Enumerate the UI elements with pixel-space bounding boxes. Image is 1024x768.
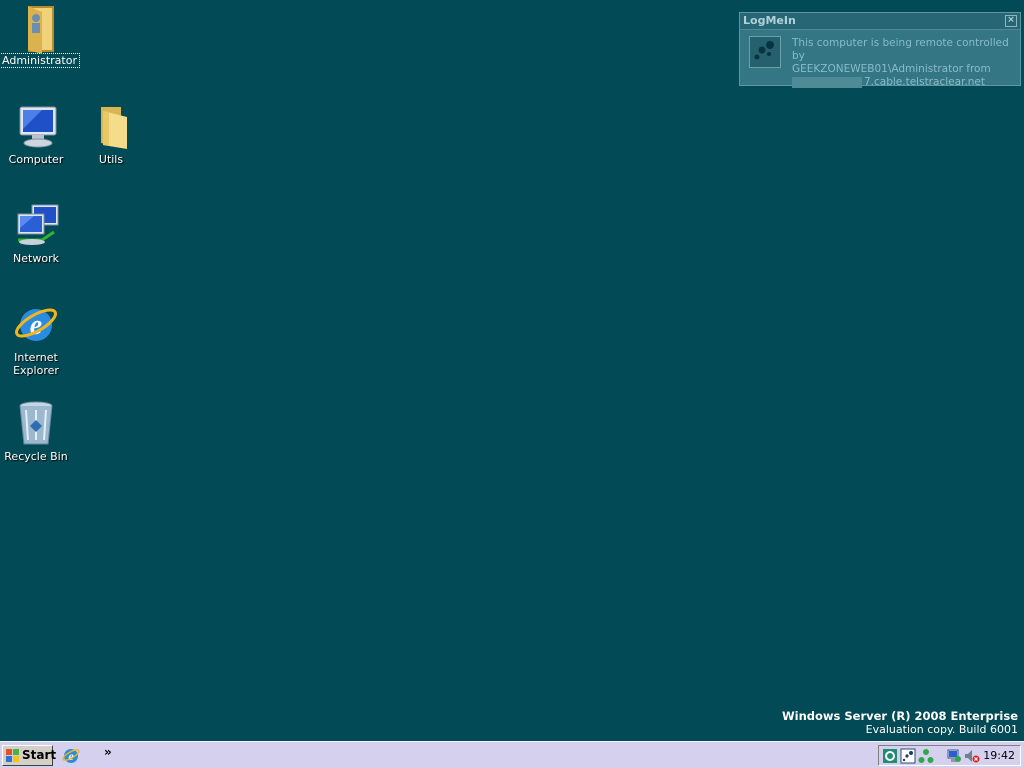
notification-title: LogMeIn [743,14,796,27]
logmein-tray-icon[interactable] [882,748,898,764]
notification-title-bar: LogMeIn × [740,13,1020,30]
quicklaunch-more-button[interactable]: » [104,745,112,759]
recycle-bin-icon [12,400,60,448]
icon-label: Internet Explorer [13,351,59,377]
notification-line-1: This computer is being remote controlled… [792,37,1009,62]
notification-line-3: 7.cable.telstraclear.net [792,76,1017,89]
network-share-icon[interactable] [918,748,934,764]
logmein-notification[interactable]: LogMeIn × This computer is being remote … [739,12,1021,89]
desktop-icon-network[interactable]: Network [0,202,72,265]
system-tray: 19:42 [878,745,1021,766]
redacted-block [792,76,862,88]
taskbar: Start e » 19:42 [0,741,1024,768]
icon-label: Computer [8,153,64,166]
quicklaunch-internet-explorer-icon[interactable]: e [62,747,80,765]
notification-line-2: GEEKZONEWEB01\Administrator from [792,63,991,75]
notification-host: 7.cable.telstraclear.net [864,76,985,88]
desktop[interactable]: Administrator Computer Utils Network e I… [0,0,1024,741]
folder-icon [87,103,135,151]
desktop-icon-administrator[interactable]: Administrator [0,4,80,68]
notification-message: This computer is being remote controlled… [792,37,1017,89]
computer-icon [12,103,60,151]
icon-label: Administrator [0,53,80,68]
clock[interactable]: 19:42 [983,749,1015,762]
volume-muted-icon[interactable] [964,748,980,764]
icon-label: Utils [98,153,124,166]
logmein-logo-icon [749,36,781,68]
desktop-icon-utils[interactable]: Utils [75,103,147,166]
os-edition: Windows Server (R) 2008 Enterprise [781,709,1018,723]
desktop-icon-recycle-bin[interactable]: Recycle Bin [0,400,72,463]
start-button[interactable]: Start [2,745,57,766]
network-icon [12,202,60,250]
icon-label: Network [13,252,59,265]
icon-label: Recycle Bin [4,450,68,463]
desktop-icon-internet-explorer[interactable]: e Internet Explorer [0,301,72,377]
close-icon[interactable]: × [1005,15,1017,27]
os-watermark: Windows Server (R) 2008 Enterprise Evalu… [782,709,1018,737]
desktop-icon-computer[interactable]: Computer [0,103,72,166]
start-label: Start [22,748,57,762]
os-build: Evaluation copy. Build 6001 [865,723,1018,736]
internet-explorer-icon: e [12,301,60,349]
network-status-icon[interactable] [946,748,962,764]
windows-flag-icon [6,749,19,762]
remote-control-icon[interactable] [900,748,916,764]
user-folder-icon [12,4,60,54]
